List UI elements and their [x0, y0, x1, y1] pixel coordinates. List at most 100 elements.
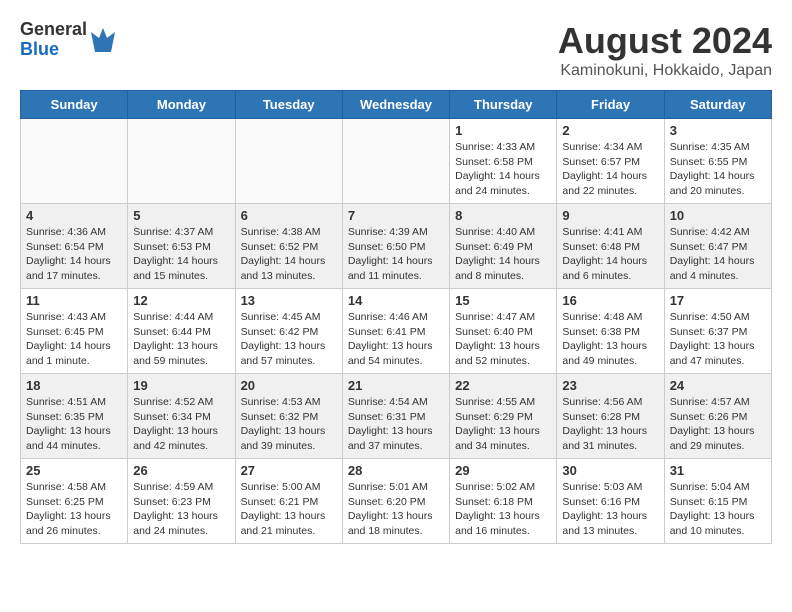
day-info: Sunrise: 4:50 AM Sunset: 6:37 PM Dayligh… [670, 310, 766, 369]
calendar-day-cell: 26Sunrise: 4:59 AM Sunset: 6:23 PM Dayli… [128, 459, 235, 544]
calendar-table: SundayMondayTuesdayWednesdayThursdayFrid… [20, 90, 772, 544]
day-number: 19 [133, 378, 229, 393]
calendar-day-cell: 8 Sunrise: 4:40 AM Sunset: 6:49 PM Daylig… [450, 204, 557, 289]
logo: General Blue [20, 20, 119, 60]
calendar-day-cell: 1 Sunrise: 4:33 AM Sunset: 6:58 PM Daylig… [450, 119, 557, 204]
day-info: Sunrise: 4:55 AM Sunset: 6:29 PM Dayligh… [455, 395, 551, 454]
day-number: 4 [26, 208, 122, 223]
day-number: 29 [455, 463, 551, 478]
calendar-week-row: 25 Sunrise: 4:58 AM Sunset: 6:25 PM Dayli… [21, 459, 772, 544]
calendar-day-cell [235, 119, 342, 204]
day-number: 13 [241, 293, 337, 308]
calendar-day-cell: 17 Sunrise: 4:50 AM Sunset: 6:37 PM Dayli… [664, 289, 771, 374]
day-info: Sunrise: 4:35 AM Sunset: 6:55 PM Dayligh… [670, 140, 766, 199]
day-info: Sunrise: 4:43 AM Sunset: 6:45 PM Dayligh… [26, 310, 122, 369]
calendar-day-cell: 24 Sunrise: 4:57 AM Sunset: 6:26 PM Dayli… [664, 374, 771, 459]
calendar-day-cell: 10 Sunrise: 4:42 AM Sunset: 6:47 PM Dayli… [664, 204, 771, 289]
day-info: Sunrise: 5:04 AM Sunset: 6:15 PM Dayligh… [670, 480, 766, 539]
day-info: Sunrise: 5:00 AM Sunset: 6:21 PM Dayligh… [241, 480, 337, 539]
day-number: 17 [670, 293, 766, 308]
day-number: 5 [133, 208, 229, 223]
day-info: Sunrise: 4:52 AM Sunset: 6:34 PM Dayligh… [133, 395, 229, 454]
location-subtitle: Kaminokuni, Hokkaido, Japan [558, 62, 772, 80]
day-info: Sunrise: 4:47 AM Sunset: 6:40 PM Dayligh… [455, 310, 551, 369]
day-number: 14 [348, 293, 444, 308]
calendar-day-cell: 27 Sunrise: 5:00 AM Sunset: 6:21 PM Dayli… [235, 459, 342, 544]
day-info: Sunrise: 4:42 AM Sunset: 6:47 PM Dayligh… [670, 225, 766, 284]
day-number: 15 [455, 293, 551, 308]
calendar-day-cell: 16Sunrise: 4:48 AM Sunset: 6:38 PM Dayli… [557, 289, 664, 374]
weekday-header-wednesday: Wednesday [342, 91, 449, 119]
day-info: Sunrise: 4:46 AM Sunset: 6:41 PM Dayligh… [348, 310, 444, 369]
calendar-day-cell [128, 119, 235, 204]
day-info: Sunrise: 4:33 AM Sunset: 6:58 PM Dayligh… [455, 140, 551, 199]
calendar-day-cell: 13 Sunrise: 4:45 AM Sunset: 6:42 PM Dayli… [235, 289, 342, 374]
calendar-day-cell: 20Sunrise: 4:53 AM Sunset: 6:32 PM Dayli… [235, 374, 342, 459]
calendar-day-cell: 12 Sunrise: 4:44 AM Sunset: 6:44 PM Dayli… [128, 289, 235, 374]
day-number: 26 [133, 463, 229, 478]
calendar-day-cell: 28Sunrise: 5:01 AM Sunset: 6:20 PM Dayli… [342, 459, 449, 544]
day-info: Sunrise: 4:45 AM Sunset: 6:42 PM Dayligh… [241, 310, 337, 369]
day-number: 30 [562, 463, 658, 478]
weekday-header-sunday: Sunday [21, 91, 128, 119]
day-info: Sunrise: 4:54 AM Sunset: 6:31 PM Dayligh… [348, 395, 444, 454]
month-year-title: August 2024 [558, 20, 772, 62]
day-info: Sunrise: 4:44 AM Sunset: 6:44 PM Dayligh… [133, 310, 229, 369]
day-number: 10 [670, 208, 766, 223]
day-info: Sunrise: 4:38 AM Sunset: 6:52 PM Dayligh… [241, 225, 337, 284]
calendar-day-cell: 11 Sunrise: 4:43 AM Sunset: 6:45 PM Dayli… [21, 289, 128, 374]
calendar-week-row: 18Sunrise: 4:51 AM Sunset: 6:35 PM Dayli… [21, 374, 772, 459]
calendar-day-cell: 19 Sunrise: 4:52 AM Sunset: 6:34 PM Dayli… [128, 374, 235, 459]
page-header: General Blue August 2024 Kaminokuni, Hok… [20, 20, 772, 80]
day-info: Sunrise: 5:03 AM Sunset: 6:16 PM Dayligh… [562, 480, 658, 539]
calendar-day-cell: 18Sunrise: 4:51 AM Sunset: 6:35 PM Dayli… [21, 374, 128, 459]
calendar-day-cell: 7Sunrise: 4:39 AM Sunset: 6:50 PM Daylig… [342, 204, 449, 289]
calendar-week-row: 4 Sunrise: 4:36 AM Sunset: 6:54 PM Daylig… [21, 204, 772, 289]
calendar-day-cell: 15 Sunrise: 4:47 AM Sunset: 6:40 PM Dayli… [450, 289, 557, 374]
calendar-day-cell: 2 Sunrise: 4:34 AM Sunset: 6:57 PM Daylig… [557, 119, 664, 204]
title-block: August 2024 Kaminokuni, Hokkaido, Japan [558, 20, 772, 80]
calendar-day-cell: 14 Sunrise: 4:46 AM Sunset: 6:41 PM Dayli… [342, 289, 449, 374]
day-number: 1 [455, 123, 551, 138]
day-info: Sunrise: 4:39 AM Sunset: 6:50 PM Dayligh… [348, 225, 444, 284]
calendar-day-cell [21, 119, 128, 204]
day-info: Sunrise: 4:57 AM Sunset: 6:26 PM Dayligh… [670, 395, 766, 454]
day-number: 6 [241, 208, 337, 223]
day-info: Sunrise: 4:36 AM Sunset: 6:54 PM Dayligh… [26, 225, 122, 284]
calendar-day-cell: 30 Sunrise: 5:03 AM Sunset: 6:16 PM Dayli… [557, 459, 664, 544]
day-info: Sunrise: 4:58 AM Sunset: 6:25 PM Dayligh… [26, 480, 122, 539]
day-number: 9 [562, 208, 658, 223]
day-number: 28 [348, 463, 444, 478]
weekday-header-thursday: Thursday [450, 91, 557, 119]
day-number: 31 [670, 463, 766, 478]
calendar-day-cell: 9Sunrise: 4:41 AM Sunset: 6:48 PM Daylig… [557, 204, 664, 289]
calendar-day-cell [342, 119, 449, 204]
day-info: Sunrise: 4:34 AM Sunset: 6:57 PM Dayligh… [562, 140, 658, 199]
day-number: 22 [455, 378, 551, 393]
day-info: Sunrise: 4:53 AM Sunset: 6:32 PM Dayligh… [241, 395, 337, 454]
calendar-day-cell: 3 Sunrise: 4:35 AM Sunset: 6:55 PM Daylig… [664, 119, 771, 204]
day-info: Sunrise: 5:02 AM Sunset: 6:18 PM Dayligh… [455, 480, 551, 539]
calendar-day-cell: 25 Sunrise: 4:58 AM Sunset: 6:25 PM Dayli… [21, 459, 128, 544]
calendar-day-cell: 29 Sunrise: 5:02 AM Sunset: 6:18 PM Dayli… [450, 459, 557, 544]
day-number: 18 [26, 378, 122, 393]
calendar-week-row: 1 Sunrise: 4:33 AM Sunset: 6:58 PM Daylig… [21, 119, 772, 204]
day-number: 25 [26, 463, 122, 478]
calendar-day-cell: 21Sunrise: 4:54 AM Sunset: 6:31 PM Dayli… [342, 374, 449, 459]
calendar-week-row: 11 Sunrise: 4:43 AM Sunset: 6:45 PM Dayli… [21, 289, 772, 374]
day-number: 8 [455, 208, 551, 223]
day-number: 24 [670, 378, 766, 393]
calendar-header-row: SundayMondayTuesdayWednesdayThursdayFrid… [21, 91, 772, 119]
day-number: 12 [133, 293, 229, 308]
calendar-day-cell: 22 Sunrise: 4:55 AM Sunset: 6:29 PM Dayli… [450, 374, 557, 459]
day-number: 23 [562, 378, 658, 393]
day-number: 27 [241, 463, 337, 478]
day-info: Sunrise: 4:56 AM Sunset: 6:28 PM Dayligh… [562, 395, 658, 454]
day-info: Sunrise: 4:40 AM Sunset: 6:49 PM Dayligh… [455, 225, 551, 284]
day-info: Sunrise: 4:37 AM Sunset: 6:53 PM Dayligh… [133, 225, 229, 284]
day-number: 2 [562, 123, 658, 138]
weekday-header-monday: Monday [128, 91, 235, 119]
day-number: 3 [670, 123, 766, 138]
day-number: 11 [26, 293, 122, 308]
calendar-day-cell: 5 Sunrise: 4:37 AM Sunset: 6:53 PM Daylig… [128, 204, 235, 289]
